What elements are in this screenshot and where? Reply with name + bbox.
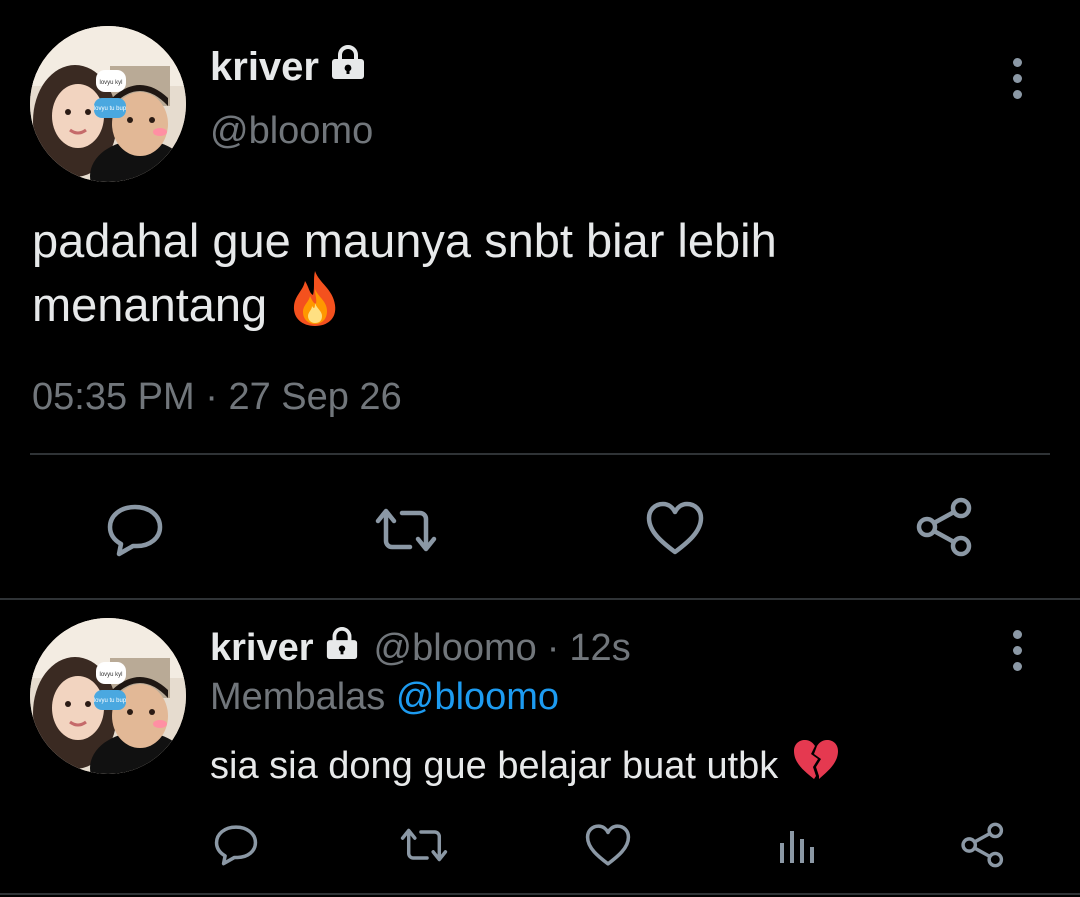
replying-to-link[interactable]: @bloomo: [396, 676, 559, 718]
tweet-time: 05:35 PM: [32, 376, 195, 418]
bottom-divider: [0, 893, 1080, 895]
reply-header: kriver @bloomo · 12s: [210, 626, 631, 670]
lock-icon: [329, 44, 367, 90]
more-options-icon[interactable]: [1005, 58, 1029, 99]
display-name-label: kriver: [210, 44, 319, 89]
analytics-icon[interactable]: [772, 822, 820, 868]
replying-prefix: Membalas: [210, 676, 386, 718]
tweet-timestamp[interactable]: 05:35 PM · 27 Sep 26: [32, 376, 402, 419]
more-options-icon[interactable]: [1005, 630, 1029, 671]
tweet-text: padahal gue maunya snbt biar lebih menan…: [32, 212, 777, 340]
avatar-sticker-2: lovyu tu bup: [94, 698, 127, 704]
tweet-text-line-1: padahal gue maunya snbt biar lebih: [32, 214, 777, 267]
lock-icon: [324, 626, 360, 670]
share-icon[interactable]: [958, 820, 1008, 870]
fire-emoji: [289, 269, 341, 339]
avatar-sticker-1: lovyu kyl: [99, 672, 122, 678]
like-icon[interactable]: [640, 496, 710, 560]
handle[interactable]: @bloomo: [210, 110, 373, 153]
reply-icon[interactable]: [210, 822, 262, 868]
retweet-icon[interactable]: [396, 822, 452, 868]
header-separator: ·: [546, 626, 560, 669]
time-ago: 12s: [569, 626, 631, 669]
avatar-sticker-2: lovyu tu bup: [94, 106, 127, 112]
reply-tweet[interactable]: lovyu kyl lovyu tu bup kriver @bloomo · …: [0, 600, 1080, 897]
avatar-sticker-1: lovyu kyl: [99, 80, 122, 86]
timestamp-separator: ·: [205, 376, 218, 418]
display-name-label[interactable]: kriver: [210, 627, 314, 670]
replying-to: Membalas @bloomo: [210, 676, 559, 719]
like-icon[interactable]: [582, 822, 634, 868]
avatar[interactable]: lovyu kyl lovyu tu bup: [30, 618, 186, 774]
retweet-icon[interactable]: [368, 500, 444, 560]
reply-text-content: sia sia dong gue belajar buat utbk: [210, 744, 779, 787]
handle[interactable]: @bloomo: [374, 627, 537, 670]
avatar[interactable]: lovyu kyl lovyu tu bup: [30, 26, 186, 182]
tweet-text-line-2: menantang: [32, 277, 268, 331]
main-tweet: lovyu kyl lovyu tu bup kriver @bloomo pa…: [0, 0, 1080, 600]
share-icon[interactable]: [912, 494, 978, 560]
reply-icon[interactable]: [100, 500, 170, 560]
divider: [30, 453, 1050, 455]
display-name[interactable]: kriver: [210, 44, 367, 90]
tweet-date: 27 Sep 26: [228, 376, 402, 418]
broken-heart-emoji: [792, 738, 840, 793]
reply-text: sia sia dong gue belajar buat utbk: [210, 738, 840, 793]
